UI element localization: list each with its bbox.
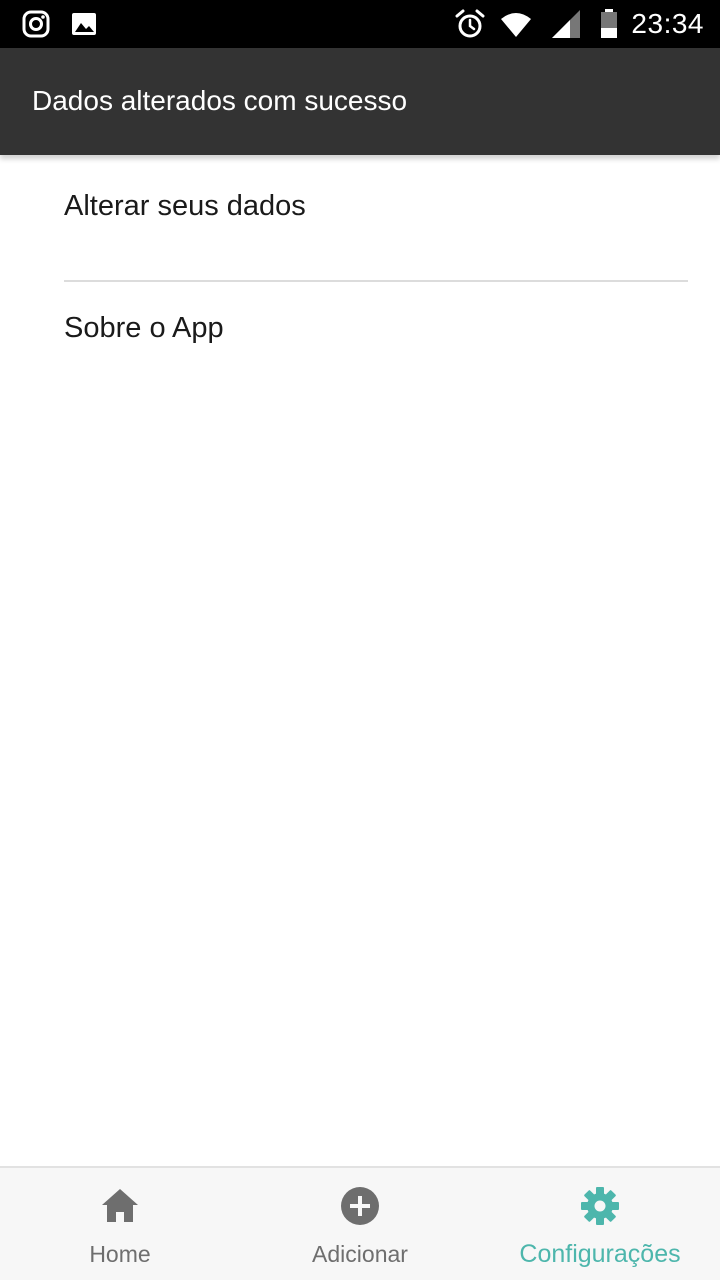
bottom-tab-bar: Home Adicionar Configurações (0, 1166, 720, 1280)
menu-item-sobre-app[interactable]: Sobre o App (64, 311, 688, 403)
image-icon (68, 8, 100, 40)
wifi-icon (500, 8, 532, 40)
alarm-icon (454, 8, 486, 40)
toast-message: Dados alterados com sucesso (32, 85, 408, 116)
menu-item-label: Sobre o App (64, 312, 224, 344)
success-toast: Dados alterados com sucesso (0, 48, 720, 155)
menu-item-alterar-dados[interactable]: Alterar seus dados (64, 189, 688, 281)
gear-icon (580, 1186, 620, 1226)
signal-icon (550, 8, 582, 40)
tab-configuracoes[interactable]: Configurações (480, 1168, 720, 1280)
instagram-icon (20, 8, 52, 40)
app-screen: 23:34 Dados alterados com sucesso Altera… (0, 0, 720, 1280)
add-circle-icon (340, 1186, 380, 1226)
status-time: 23:34 (631, 8, 704, 39)
battery-icon (593, 8, 625, 40)
tab-label: Home (89, 1241, 151, 1267)
tab-label: Adicionar (312, 1241, 408, 1267)
menu-item-label: Alterar seus dados (64, 190, 306, 222)
tab-adicionar[interactable]: Adicionar (240, 1168, 480, 1280)
tab-home[interactable]: Home (0, 1168, 240, 1280)
status-bar: 23:34 (0, 0, 720, 48)
home-icon (100, 1186, 140, 1226)
tab-label: Configurações (519, 1240, 681, 1268)
divider (64, 280, 688, 282)
